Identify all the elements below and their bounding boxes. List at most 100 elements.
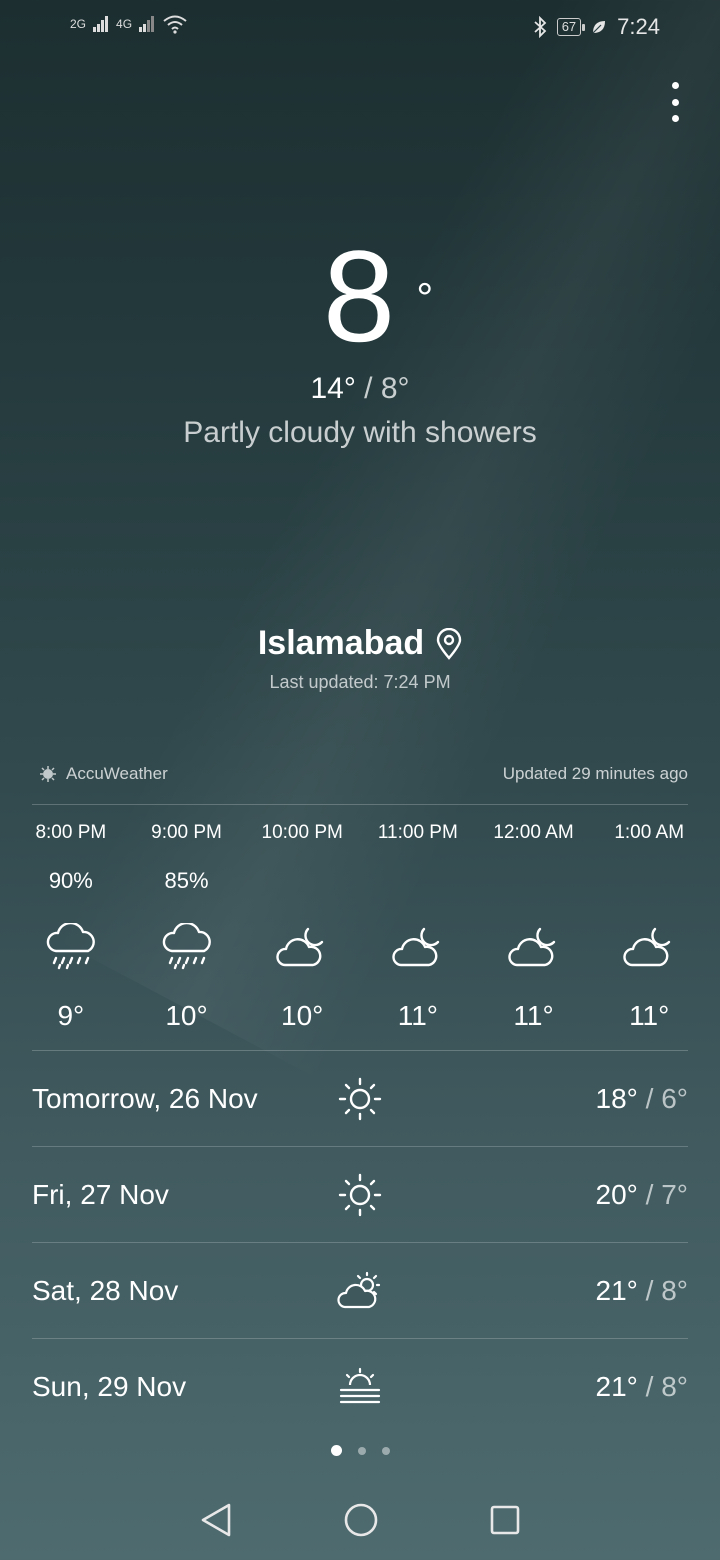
hour-temperature: 9° [57, 1000, 85, 1031]
current-temperature-value: 8 [322, 223, 398, 369]
hourly-item[interactable]: 10:00 PM 10° [244, 822, 360, 1032]
day-temperatures: 20° / 7° [596, 1179, 688, 1211]
day-temperatures: 21° / 8° [596, 1371, 688, 1403]
hour-temperature: 11° [397, 1000, 438, 1031]
more-dot [671, 82, 679, 89]
daily-forecast[interactable]: Tomorrow, 26 Nov 18° / 6° Fri, 27 Nov 20… [32, 1051, 688, 1434]
weather-condition: Partly cloudy with showers [183, 416, 537, 449]
signal-label-2: 4G [116, 17, 133, 31]
hour-time: 1:00 AM [614, 822, 685, 843]
more-options-button[interactable] [660, 82, 690, 122]
divider [32, 804, 688, 805]
day-temperatures: 18° / 6° [596, 1083, 688, 1115]
navigation-bar [0, 1490, 720, 1550]
day-temperatures: 21° / 8° [596, 1275, 688, 1307]
hour-time: 10:00 PM [261, 822, 343, 843]
day-low: 7° [661, 1178, 688, 1210]
provider-attribution[interactable]: AccuWeather [40, 764, 168, 784]
hourly-item[interactable]: 1:00 AM 11° [591, 822, 707, 1032]
home-button[interactable] [343, 1502, 379, 1538]
hourly-item[interactable]: 9:00 PM 85% 10° [129, 822, 245, 1032]
signal-strength-icon [93, 16, 109, 32]
bluetooth-icon [534, 16, 547, 38]
precipitation-probability: 85% [164, 868, 209, 893]
rain-icon [13, 912, 129, 982]
day-label: Tomorrow, 26 Nov [32, 1082, 258, 1114]
day-high: 18° [595, 1082, 638, 1114]
day-high: 21° [595, 1370, 638, 1402]
precipitation-probability [244, 868, 360, 902]
daily-row[interactable]: Sat, 28 Nov 21° / 8° [32, 1243, 688, 1339]
day-low: 6° [661, 1082, 688, 1114]
high-temperature: 14° [310, 372, 356, 405]
hour-temperature: 11° [629, 1000, 670, 1031]
partly-sunny-icon [332, 1267, 388, 1315]
page-dot[interactable] [357, 1446, 366, 1455]
day-label: Fri, 27 Nov [32, 1178, 169, 1210]
hourly-item[interactable]: 12:00 AM 11° [476, 822, 592, 1032]
status-bar-left: 2G 4G [70, 14, 188, 34]
day-high: 20° [595, 1178, 638, 1210]
rain-icon [129, 912, 245, 982]
sun-icon [332, 1171, 388, 1219]
cloudy-night-icon [244, 912, 360, 982]
current-temperature: 8 ° [322, 223, 433, 369]
high-low-temperature: 14° / 8° [0, 372, 720, 406]
hourly-item[interactable]: 11:00 PM 11° [360, 822, 476, 1032]
day-low: 8° [661, 1274, 688, 1306]
back-button[interactable] [199, 1502, 233, 1538]
hourly-forecast[interactable]: 8:00 PM 90% 9° 9:00 PM 85% 10° 10:00 PM … [13, 822, 707, 1032]
hour-temperature: 11° [513, 1000, 554, 1031]
battery-icon: 67 [556, 18, 586, 36]
accuweather-logo-icon [40, 766, 56, 782]
last-updated: Last updated: 7:24 PM [269, 672, 451, 692]
hour-time: 11:00 PM [377, 822, 458, 843]
degree-symbol: ° [416, 274, 436, 321]
recents-button[interactable] [489, 1504, 521, 1536]
haze-icon [332, 1363, 388, 1411]
provider-updated: Updated 29 minutes ago [502, 764, 688, 783]
page-dot-active[interactable] [330, 1445, 342, 1456]
hourly-item[interactable]: 8:00 PM 90% 9° [13, 822, 129, 1032]
cloudy-night-icon [591, 912, 707, 982]
day-temp-separator: / [637, 1082, 662, 1114]
city-name[interactable]: Islamabad [258, 624, 424, 663]
signal-label-1: 2G [70, 17, 87, 31]
location-selector[interactable]: Islamabad [0, 624, 720, 663]
precipitation-probability: 90% [48, 868, 93, 893]
precipitation-probability [360, 868, 476, 902]
leaf-icon [592, 21, 606, 34]
day-label: Sat, 28 Nov [32, 1274, 179, 1306]
page-dot[interactable] [381, 1446, 390, 1455]
wifi-icon [163, 15, 187, 34]
page-indicator[interactable] [0, 1445, 720, 1456]
hilo-separator: / [355, 372, 381, 405]
clock: 7:24 [617, 14, 660, 39]
low-temperature: 8° [380, 372, 410, 405]
more-dot [671, 98, 679, 106]
day-high: 21° [595, 1274, 638, 1306]
location-pin-icon[interactable] [436, 627, 462, 660]
current-temperature-block: 8 ° [0, 226, 720, 366]
sun-icon [332, 1075, 388, 1123]
cloudy-night-icon [360, 912, 476, 982]
hour-time: 9:00 PM [151, 822, 222, 843]
precipitation-probability [476, 868, 592, 902]
signal-strength-icon [139, 16, 155, 32]
hour-temperature: 10° [281, 1000, 324, 1031]
cloudy-night-icon [476, 912, 592, 982]
day-label: Sun, 29 Nov [32, 1370, 187, 1402]
status-bar-right: 67 7:24 [533, 14, 660, 40]
day-temp-separator: / [637, 1274, 662, 1306]
provider-name: AccuWeather [66, 764, 168, 783]
day-low: 8° [661, 1370, 688, 1402]
more-dot [671, 115, 679, 122]
day-temp-separator: / [637, 1178, 662, 1210]
hour-time: 8:00 PM [35, 822, 107, 843]
precipitation-probability [591, 868, 707, 902]
hour-time: 12:00 AM [493, 822, 574, 843]
daily-row[interactable]: Sun, 29 Nov 21° / 8° [32, 1339, 688, 1434]
hour-temperature: 10° [165, 1000, 208, 1031]
daily-row[interactable]: Fri, 27 Nov 20° / 7° [32, 1147, 688, 1243]
daily-row[interactable]: Tomorrow, 26 Nov 18° / 6° [32, 1051, 688, 1147]
